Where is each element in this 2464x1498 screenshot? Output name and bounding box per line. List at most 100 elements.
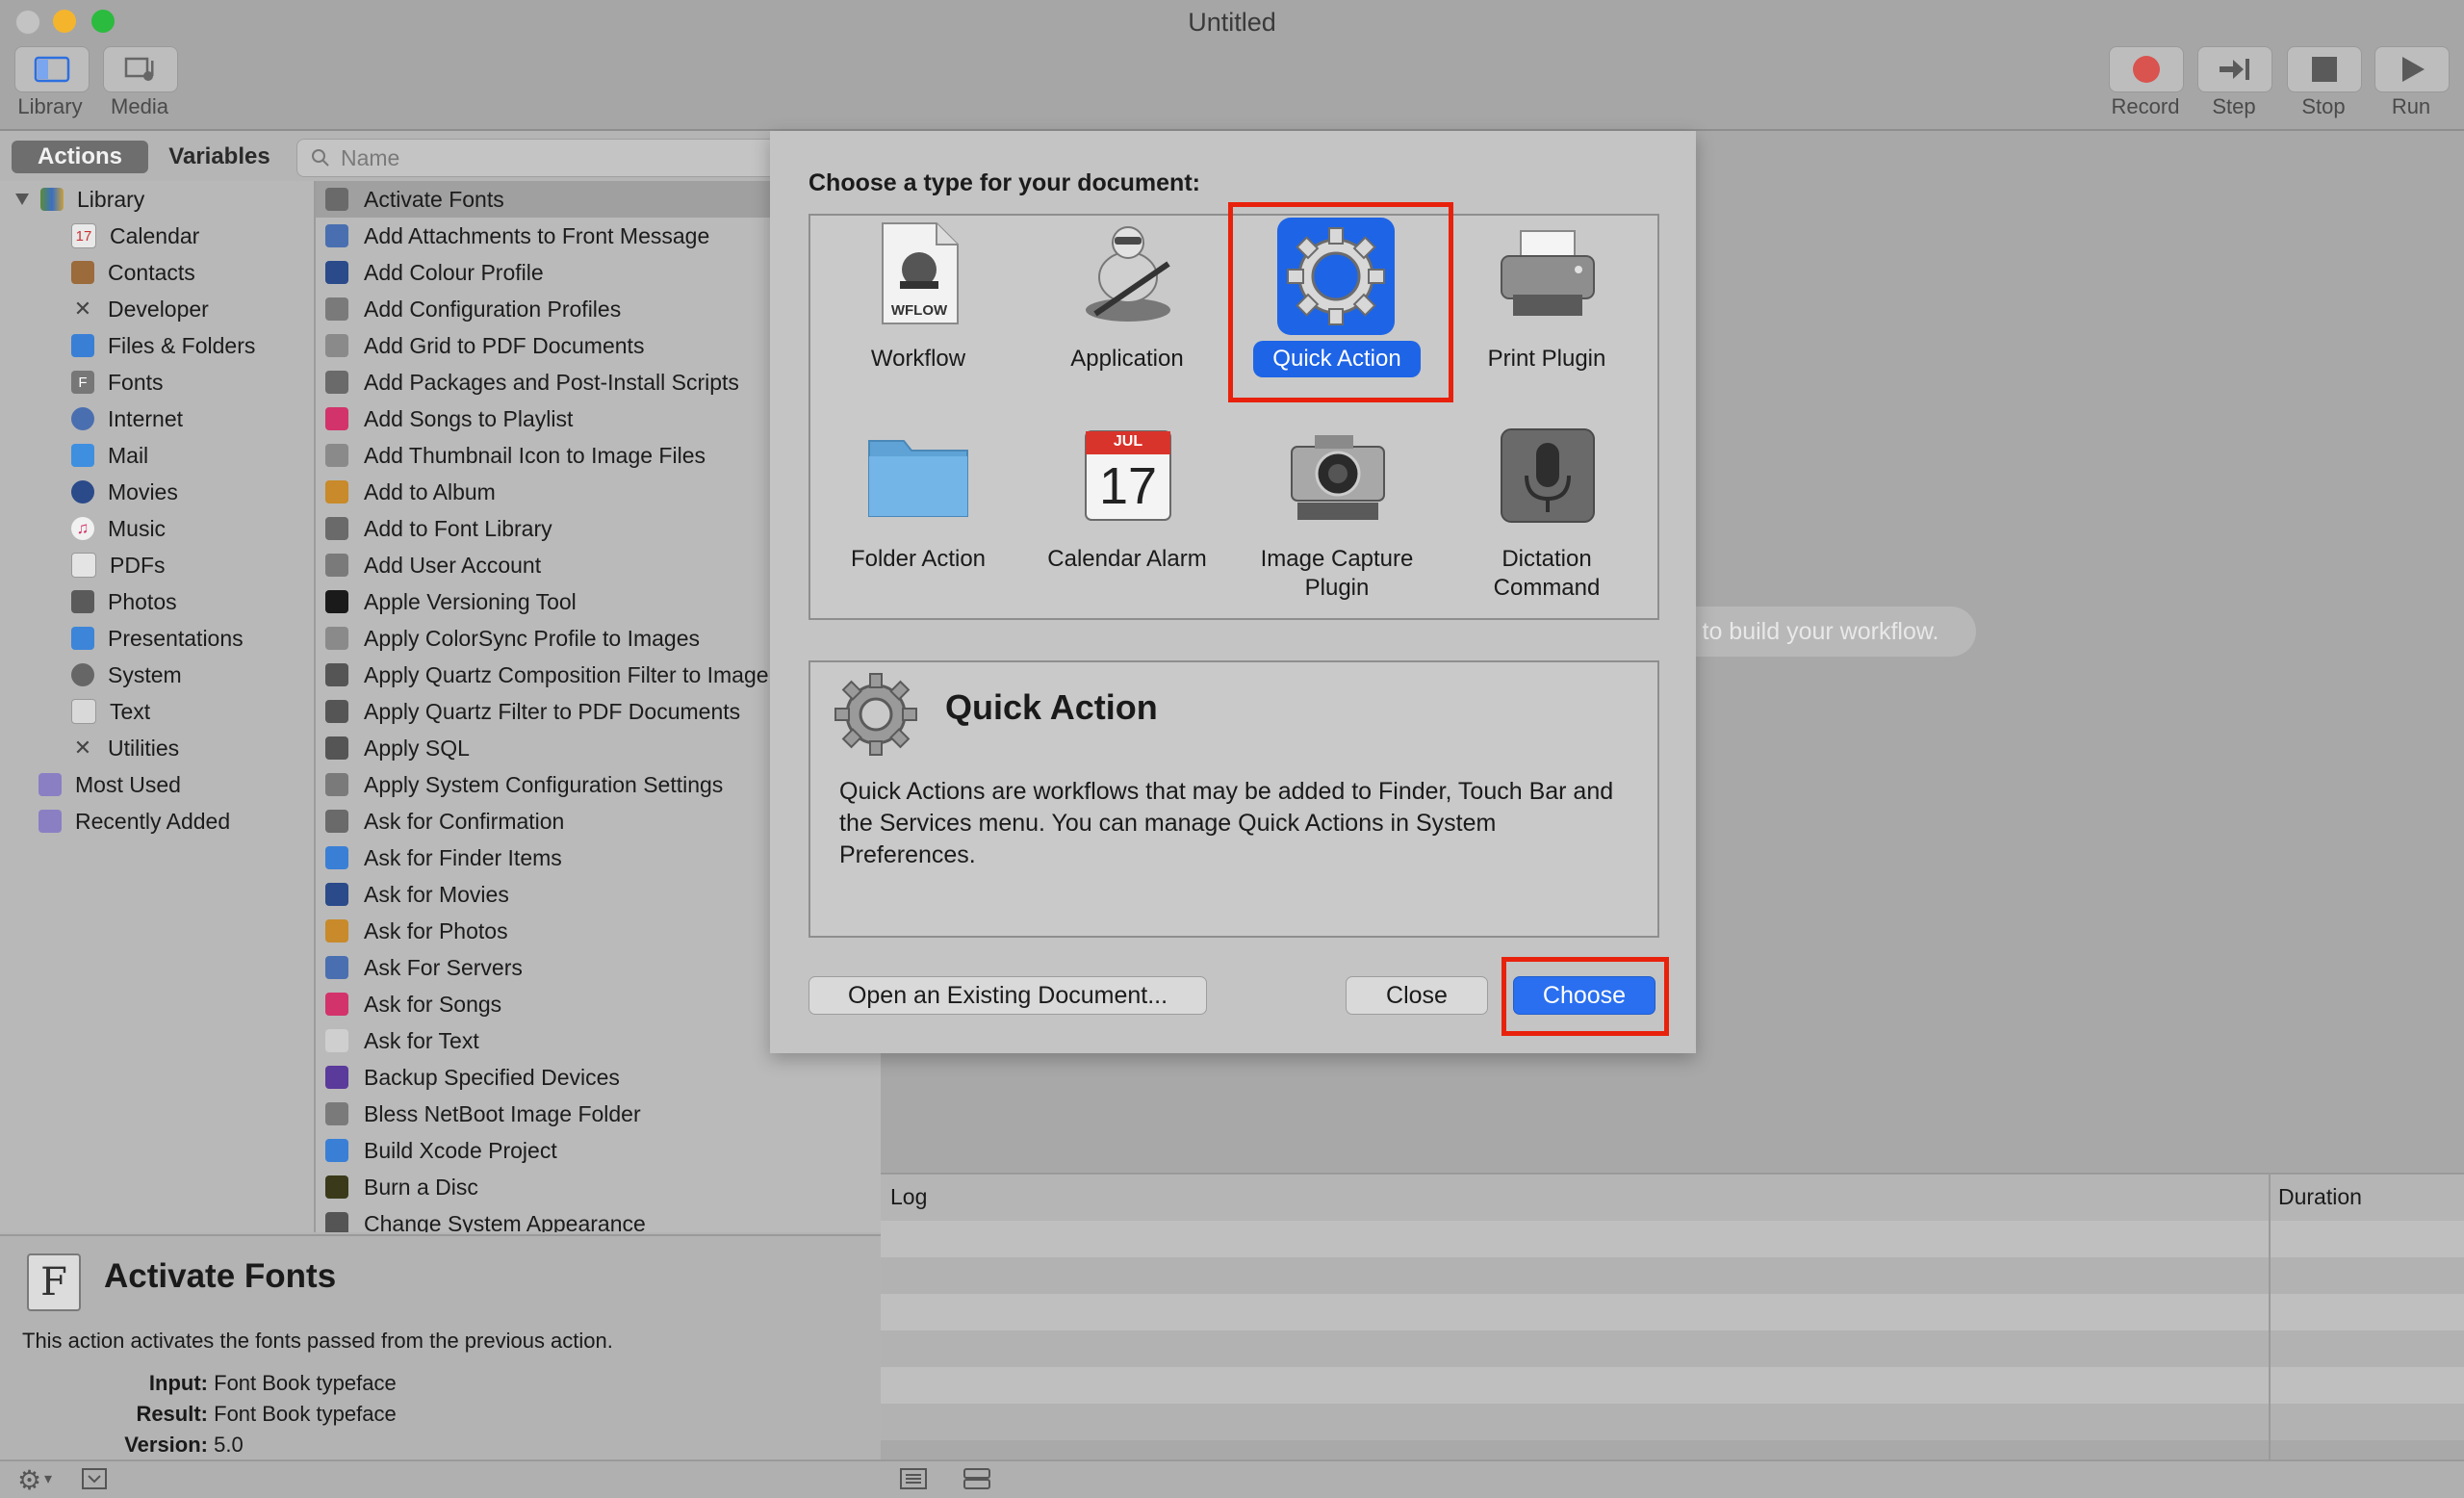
library-item-photos[interactable]: Photos [71,583,177,620]
mail-icon [71,444,94,467]
action-item[interactable]: Add Grid to PDF Documents [325,327,644,364]
library-item-label: Developer [108,296,209,322]
action-item[interactable]: Add User Account [325,547,541,583]
split-view-icon[interactable] [962,1467,991,1490]
type-dictation-command[interactable]: Dictation Command [1442,418,1652,610]
action-item[interactable]: Add Packages and Post-Install Scripts [325,364,739,400]
action-item[interactable]: Ask For Servers [325,949,523,986]
step-button[interactable] [2197,46,2272,92]
show-description-icon[interactable] [81,1467,108,1490]
contacts-icon [71,261,94,284]
library-item-internet[interactable]: Internet [71,400,183,437]
action-label: Add Configuration Profiles [364,296,622,322]
library-item-label: PDFs [110,552,166,578]
action-item[interactable]: Build Xcode Project [325,1132,557,1169]
library-item-files-folders[interactable]: Files & Folders [71,327,255,364]
library-item-presentations[interactable]: Presentations [71,620,244,657]
action-icon [325,736,348,760]
result-value: Font Book typeface [214,1402,397,1426]
type-image-capture-plugin[interactable]: Image Capture Plugin [1232,418,1442,610]
action-label: Add Grid to PDF Documents [364,332,645,358]
library-item-developer[interactable]: ✕ Developer [71,291,209,327]
action-item[interactable]: Apply Quartz Filter to PDF Documents [325,693,740,730]
action-item[interactable]: Add Attachments to Front Message [325,218,709,254]
action-item[interactable]: Add Configuration Profiles [325,291,621,327]
type-calendar-alarm[interactable]: JUL 17 Calendar Alarm [1022,418,1232,610]
type-folder-action[interactable]: Folder Action [813,418,1023,610]
bottom-bar: ⚙ ▾ [0,1459,2464,1498]
action-item[interactable]: Apply Quartz Composition Filter to Image… [325,657,822,693]
action-item[interactable]: Burn a Disc [325,1169,478,1205]
action-label: Ask for Finder Items [364,844,562,870]
smart-folder-icon [38,810,62,833]
action-item[interactable]: Add Thumbnail Icon to Image Files [325,437,706,474]
library-item-pdfs[interactable]: PDFs [71,547,166,583]
close-button[interactable]: Close [1346,976,1488,1015]
action-item[interactable]: Ask for Songs [325,986,501,1022]
smart-group-recently-added[interactable]: Recently Added [38,803,230,839]
disclosure-triangle-icon [15,194,29,205]
action-item[interactable]: Ask for Movies [325,876,509,913]
record-icon [2133,56,2160,83]
search-field[interactable]: Name [296,139,780,177]
library-item-label: Utilities [108,735,180,761]
action-item[interactable]: Activate Fonts [325,181,504,218]
action-item[interactable]: Apple Versioning Tool [325,583,577,620]
type-workflow[interactable]: WFLOW Workflow [813,218,1023,410]
library-item-contacts[interactable]: Contacts [71,254,195,291]
action-item[interactable]: Bless NetBoot Image Folder [325,1096,641,1132]
action-item[interactable]: Ask for Photos [325,913,508,949]
record-button[interactable] [2109,46,2184,92]
action-item[interactable]: Add Colour Profile [325,254,544,291]
action-item[interactable]: Apply SQL [325,730,470,766]
action-item[interactable]: Change System Appearance [325,1205,646,1232]
action-label: Add to Font Library [364,515,552,541]
action-item[interactable]: Add to Album [325,474,496,510]
action-icon [325,773,348,796]
tab-variables[interactable]: Variables [151,141,288,173]
list-view-icon[interactable] [899,1467,928,1490]
library-item-label: Presentations [108,625,244,651]
action-item[interactable]: Backup Specified Devices [325,1059,620,1096]
library-item-music[interactable]: ♫ Music [71,510,166,547]
library-toggle-button[interactable] [14,46,90,92]
action-icon [325,407,348,430]
microphone-icon [1501,428,1595,523]
tab-actions[interactable]: Actions [12,141,148,173]
action-item[interactable]: Apply System Configuration Settings [325,766,723,803]
action-item[interactable]: Add to Font Library [325,510,552,547]
library-item-system[interactable]: System [71,657,182,693]
action-item[interactable]: Ask for Text [325,1022,479,1059]
stop-button[interactable] [2287,46,2362,92]
library-root[interactable]: Library [13,181,144,218]
version-value: 5.0 [214,1433,244,1457]
library-item-calendar[interactable]: 17 Calendar [71,218,199,254]
duration-column-header[interactable]: Duration [2278,1184,2362,1210]
action-label: Backup Specified Devices [364,1064,620,1090]
type-application[interactable]: Application [1022,218,1232,410]
media-button[interactable] [103,46,178,92]
log-column-header[interactable]: Log [890,1184,927,1210]
action-label: Add Songs to Playlist [364,405,574,431]
library-item-text[interactable]: Text [71,693,150,730]
system-icon [71,663,94,686]
smart-group-most-used[interactable]: Most Used [38,766,181,803]
library-item-utilities[interactable]: ✕ Utilities [71,730,179,766]
description-version: Version: 5.0 [58,1433,244,1458]
action-label: Apply Quartz Composition Filter to Image… [364,661,822,687]
library-item-movies[interactable]: Movies [71,474,178,510]
library-item-mail[interactable]: Mail [71,437,148,474]
library-item-label: System [108,661,182,687]
action-item[interactable]: Ask for Confirmation [325,803,564,839]
library-item-fonts[interactable]: F Fonts [71,364,164,400]
action-item[interactable]: Add Songs to Playlist [325,400,573,437]
open-existing-document-button[interactable]: Open an Existing Document... [808,976,1207,1015]
chevron-down-icon[interactable]: ▾ [44,1469,52,1488]
action-label: Ask for Songs [364,991,502,1017]
action-item[interactable]: Ask for Finder Items [325,839,562,876]
run-button[interactable] [2374,46,2450,92]
action-label: Bless NetBoot Image Folder [364,1100,641,1126]
type-print-plugin[interactable]: Print Plugin [1442,218,1652,410]
gear-icon[interactable]: ⚙ [17,1464,41,1496]
action-item[interactable]: Apply ColorSync Profile to Images [325,620,700,657]
